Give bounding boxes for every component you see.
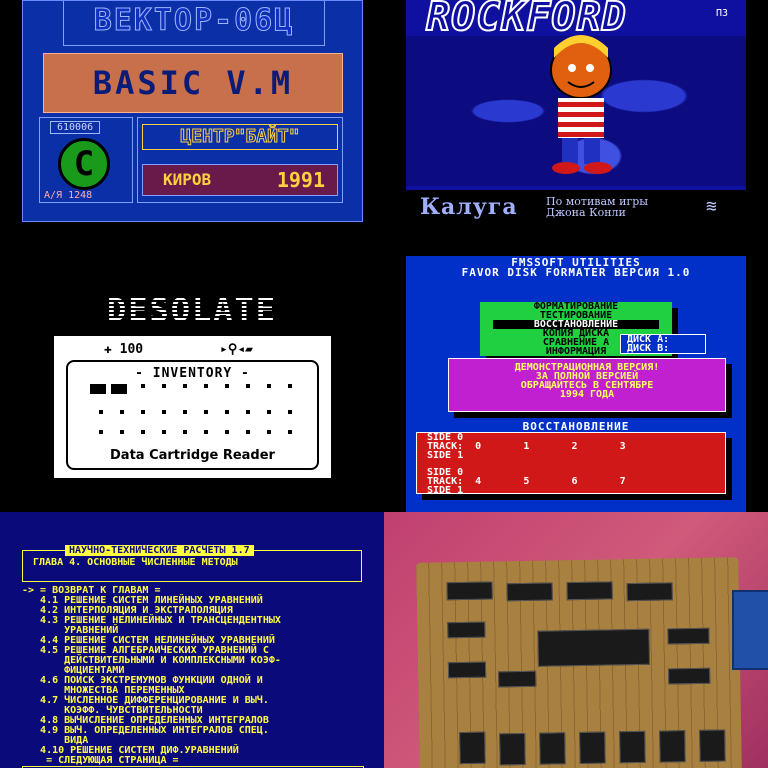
disk-b[interactable]: ДИСК B:	[627, 344, 705, 354]
demo-notice: ДЕМОНСТРАЦИОННАЯ ВЕРСИЯ! ЗА ПОЛНОЙ ВЕРСИЕ…	[448, 358, 726, 412]
ammo-counter: ✚ 100	[104, 342, 144, 357]
inventory-slot[interactable]	[266, 410, 271, 414]
inventory-slot[interactable]	[140, 430, 145, 434]
science-calc-tile: НАУЧНО-ТЕХНИЧЕСКИЕ РАСЧЕТЫ 1.7 ГЛАВА 4. …	[0, 512, 384, 768]
inventory-panel: - INVENTORY - Data Cartridge Reader	[66, 360, 319, 470]
inventory-title: - INVENTORY -	[135, 366, 250, 381]
year: 1991	[276, 168, 325, 192]
inventory-slot[interactable]	[140, 410, 145, 414]
inventory-slot[interactable]	[182, 384, 187, 388]
fmssoft-tile: FMSSOFT UTILITIES FAVOR DISK FORMATER ВЕ…	[384, 256, 768, 512]
menu-list[interactable]: -> = ВОЗВРАТ К ГЛАВАМ = 4.1 РЕШЕНИЕ СИСТ…	[22, 586, 367, 766]
inventory-slot[interactable]	[224, 410, 229, 414]
tracks-bottom: SIDE 0 TRACK: 4 5 6 7 SIDE 1	[427, 467, 626, 496]
ammo-icon: ✚	[104, 342, 112, 357]
city: КИРОВ	[163, 170, 212, 189]
inventory-slot[interactable]	[119, 410, 124, 414]
desolate-title: DESOLATE	[64, 294, 320, 326]
selected-item-label: Data Cartridge Reader	[110, 448, 275, 463]
vector-title: ВЕКТОР-06Ц	[63, 1, 325, 46]
publisher-name: ЦЕНТР"БАЙТ"	[142, 124, 338, 150]
vector-06c-tile: ВЕКТОР-06Ц BASIC V.M 610006 C А/Я 1248 Ц…	[0, 0, 384, 256]
desolate-screen: ✚ 100 ▸⚲◂▰ - INVENTORY - Data Cartridge …	[54, 336, 331, 478]
inventory-slot[interactable]	[203, 430, 208, 434]
basic-version-banner: BASIC V.M	[43, 53, 343, 113]
inventory-slot[interactable]	[287, 430, 292, 434]
inventory-grid	[90, 384, 300, 434]
rockford-screen: ROCKFORD ПЗ Калуга По мотивам игры Джона…	[406, 0, 746, 222]
edge-connector	[732, 590, 768, 670]
vector-screen: ВЕКТОР-06Ц BASIC V.M 610006 C А/Я 1248 Ц…	[22, 0, 363, 222]
vector-publisher-panel: ЦЕНТР"БАЙТ" КИРОВ 1991	[137, 117, 343, 203]
po-box: А/Я 1248	[44, 190, 93, 201]
inventory-slot[interactable]	[98, 430, 103, 434]
rockford-tile: ROCKFORD ПЗ Калуга По мотивам игры Джона…	[384, 0, 768, 256]
rockford-version: ПЗ	[715, 8, 728, 19]
postal-code: 610006	[50, 121, 101, 134]
c-logo-icon: C	[58, 138, 110, 190]
inventory-slot[interactable]	[161, 384, 166, 388]
cpu-chip	[537, 628, 650, 667]
desolate-tile: DESOLATE ✚ 100 ▸⚲◂▰ - INVENTORY - Data C…	[0, 256, 384, 512]
inventory-slot[interactable]	[140, 384, 145, 388]
inventory-slot[interactable]	[161, 410, 166, 414]
inventory-item[interactable]	[90, 384, 106, 394]
app-header: FMSSOFT UTILITIES FAVOR DISK FORMATER ВЕ…	[461, 256, 691, 279]
inventory-slot[interactable]	[245, 430, 250, 434]
chapter-title: ГЛАВА 4. ОСНОВНЫЕ ЧИСЛЕННЫЕ МЕТОДЫ	[33, 557, 238, 568]
inventory-slot[interactable]	[224, 430, 229, 434]
rockford-character-icon	[550, 35, 612, 174]
city-year: КИРОВ 1991	[142, 164, 338, 196]
inventory-slot[interactable]	[182, 410, 187, 414]
city-label: Калуга	[420, 194, 518, 220]
inventory-slot[interactable]	[287, 384, 292, 388]
disk-selector[interactable]: ДИСК А: ДИСК B:	[620, 334, 706, 354]
pcb-photo-tile	[384, 512, 768, 768]
tools-icon: ▸⚲◂▰	[220, 342, 254, 357]
program-title: НАУЧНО-ТЕХНИЧЕСКИЕ РАСЧЕТЫ 1.7	[65, 545, 254, 556]
inventory-slot[interactable]	[119, 430, 124, 434]
inventory-slot[interactable]	[203, 410, 208, 414]
inventory-slot[interactable]	[287, 410, 292, 414]
circuit-board-image	[416, 557, 742, 768]
chapter-header: НАУЧНО-ТЕХНИЧЕСКИЕ РАСЧЕТЫ 1.7 ГЛАВА 4. …	[22, 545, 362, 582]
track-status-panel: SIDE 0 TRACK: 0 1 2 3 SIDE 1 SIDE 0 TRACK…	[416, 432, 726, 496]
inventory-item[interactable]	[111, 384, 127, 394]
inventory-slot[interactable]	[266, 384, 271, 388]
tracks-top: SIDE 0 TRACK: 0 1 2 3 SIDE 1	[427, 432, 626, 461]
inventory-slot[interactable]	[224, 384, 229, 388]
inventory-slot[interactable]	[266, 430, 271, 434]
inventory-slot[interactable]	[182, 430, 187, 434]
inventory-slot[interactable]	[161, 430, 166, 434]
inventory-slot[interactable]	[245, 410, 250, 414]
inventory-slot[interactable]	[98, 410, 103, 414]
inventory-slot[interactable]	[203, 384, 208, 388]
inventory-slot[interactable]	[245, 384, 250, 388]
zigzag-logo-icon: ≋	[706, 196, 717, 217]
vector-logo-panel: 610006 C А/Я 1248	[39, 117, 133, 203]
fmssoft-screen: FMSSOFT UTILITIES FAVOR DISK FORMATER ВЕ…	[406, 256, 746, 512]
credits: По мотивам игры Джона Конли	[546, 195, 649, 219]
